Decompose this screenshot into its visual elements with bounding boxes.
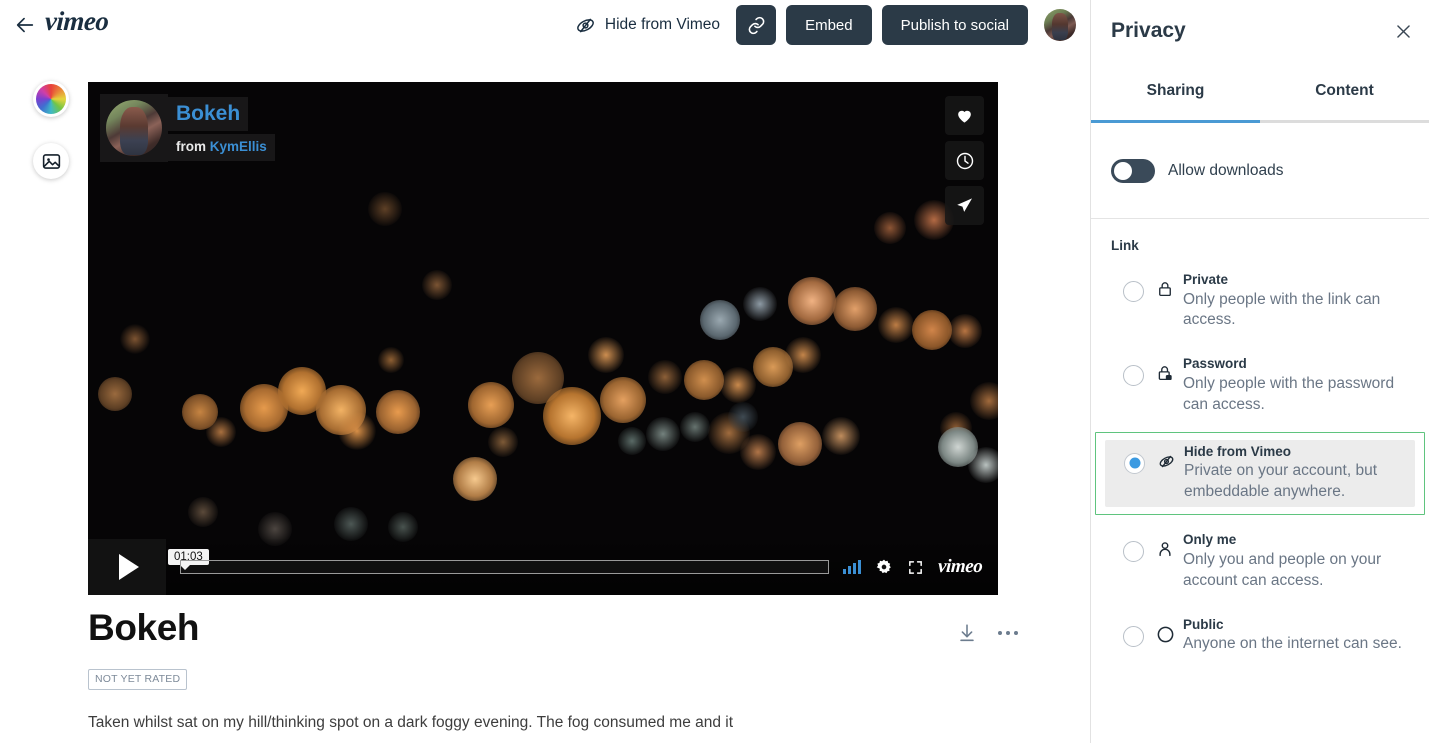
vimeo-video-page: vimeo Hide from Vimeo: [0, 0, 1429, 743]
option-label: Hide from Vimeo: [1184, 443, 1406, 461]
player-avatar-box: [100, 94, 168, 162]
allow-downloads-toggle[interactable]: [1111, 159, 1155, 183]
lock-icon: [1153, 271, 1177, 298]
player-video-title[interactable]: Bokeh: [168, 97, 248, 131]
toggle-knob: [1114, 162, 1132, 180]
image-tool-button[interactable]: [33, 143, 69, 179]
option-label: Only me: [1183, 531, 1411, 549]
paper-plane-icon: [955, 196, 974, 215]
option-description: Only you and people on your account can …: [1183, 550, 1411, 592]
privacy-option-text: Only me Only you and people on your acco…: [1183, 531, 1415, 591]
person-icon: [1153, 531, 1177, 558]
copy-link-button[interactable]: [736, 5, 776, 45]
option-description: Private on your account, but embeddable …: [1184, 461, 1406, 503]
like-button[interactable]: [945, 96, 984, 135]
tab-active-indicator: [1091, 120, 1260, 123]
allow-downloads-row: Allow downloads: [1091, 123, 1429, 219]
play-icon: [119, 554, 139, 580]
player-vimeo-brand[interactable]: vimeo: [937, 556, 983, 578]
fullscreen-icon[interactable]: [907, 559, 924, 576]
player-control-icons: vimeo: [843, 556, 998, 578]
status-badge: NOT YET RATED: [88, 669, 187, 690]
radio-private[interactable]: [1123, 281, 1144, 302]
video-description: Taken whilst sat on my hill/thinking spo…: [88, 712, 1018, 734]
privacy-option-private[interactable]: Private Only people with the link can ac…: [1091, 259, 1429, 343]
publish-to-social-button[interactable]: Publish to social: [882, 5, 1028, 45]
lock-password-icon: [1153, 355, 1177, 382]
page-title: Bokeh: [88, 608, 199, 648]
play-button[interactable]: [88, 539, 166, 595]
option-label: Password: [1183, 355, 1411, 373]
back-arrow-icon[interactable]: [13, 13, 37, 37]
player-info-overlay: Bokeh from KymEllis: [88, 82, 287, 174]
video-player[interactable]: Bokeh from KymEllis: [88, 82, 998, 595]
vimeo-logo[interactable]: vimeo: [44, 6, 109, 37]
link-section-title: Link: [1091, 219, 1429, 253]
share-button[interactable]: [945, 186, 984, 225]
radio-password[interactable]: [1123, 365, 1144, 386]
clock-icon: [955, 151, 975, 171]
image-icon: [41, 151, 62, 172]
privacy-option-text: Hide from Vimeo Private on your account,…: [1184, 443, 1410, 503]
privacy-option-public[interactable]: Public Anyone on the internet can see.: [1091, 604, 1429, 667]
header-actions: Hide from Vimeo Embed Publish to social: [575, 0, 1076, 50]
privacy-panel-header: Privacy: [1091, 0, 1429, 70]
radio-hide-from-vimeo[interactable]: [1124, 453, 1145, 474]
option-description: Only people with the password can access…: [1183, 374, 1411, 416]
privacy-status[interactable]: Hide from Vimeo: [575, 15, 720, 36]
tab-content[interactable]: Content: [1260, 70, 1429, 123]
option-label: Private: [1183, 271, 1411, 289]
close-icon[interactable]: [1389, 17, 1417, 45]
privacy-option-password[interactable]: Password Only people with the password c…: [1091, 343, 1429, 427]
author-name[interactable]: KymEllis: [210, 139, 267, 154]
privacy-option-hide-from-vimeo[interactable]: Hide from Vimeo Private on your account,…: [1095, 432, 1425, 515]
link-icon: [747, 16, 766, 35]
eye-slash-icon: [575, 15, 596, 36]
privacy-status-label: Hide from Vimeo: [605, 16, 720, 34]
option-description: Only people with the link can access.: [1183, 290, 1411, 332]
progress-bar[interactable]: [180, 560, 829, 574]
privacy-options-list: Private Only people with the link can ac…: [1091, 253, 1429, 667]
watch-later-button[interactable]: [945, 141, 984, 180]
allow-downloads-label: Allow downloads: [1168, 162, 1283, 180]
from-label: from: [176, 139, 206, 154]
tab-underline: [1091, 120, 1429, 123]
radio-only-me[interactable]: [1123, 541, 1144, 562]
more-options-icon[interactable]: [998, 631, 1019, 636]
author-avatar[interactable]: [106, 100, 162, 156]
option-description: Anyone on the internet can see.: [1183, 634, 1402, 655]
privacy-option-only-me[interactable]: Only me Only you and people on your acco…: [1091, 519, 1429, 603]
privacy-tabs: Sharing Content: [1091, 70, 1429, 123]
globe-icon: [1153, 616, 1177, 644]
color-tool-button[interactable]: [33, 81, 69, 117]
gear-icon[interactable]: [875, 558, 893, 576]
privacy-panel: Privacy Sharing Content Allow downloads …: [1090, 0, 1429, 743]
download-icon[interactable]: [956, 622, 978, 644]
radio-public[interactable]: [1123, 626, 1144, 647]
video-meta: Bokeh NOT YET RATED Taken whilst sat on …: [88, 608, 1018, 734]
player-controls: 01:03 vimeo: [88, 539, 998, 595]
top-header: vimeo Hide from Vimeo: [0, 0, 1090, 50]
privacy-panel-title: Privacy: [1111, 19, 1186, 43]
player-title-block: Bokeh from KymEllis: [168, 94, 275, 162]
signal-bars-icon[interactable]: [843, 560, 861, 574]
progress-area[interactable]: 01:03: [166, 539, 843, 595]
privacy-option-text: Public Anyone on the internet can see.: [1183, 616, 1406, 655]
option-label: Public: [1183, 616, 1402, 634]
avatar[interactable]: [1044, 9, 1076, 41]
eye-slash-icon: [1154, 443, 1178, 471]
heart-icon: [955, 106, 974, 125]
video-title-row: Bokeh: [88, 608, 1018, 648]
left-tool-rail: [0, 50, 88, 743]
privacy-option-text: Password Only people with the password c…: [1183, 355, 1415, 415]
player-side-actions: [945, 96, 984, 225]
tab-sharing[interactable]: Sharing: [1091, 70, 1260, 123]
embed-button[interactable]: Embed: [786, 5, 872, 45]
video-actions: [956, 608, 1019, 644]
color-wheel-icon: [36, 84, 66, 114]
player-author-line: from KymEllis: [168, 134, 275, 161]
privacy-option-text: Private Only people with the link can ac…: [1183, 271, 1415, 331]
